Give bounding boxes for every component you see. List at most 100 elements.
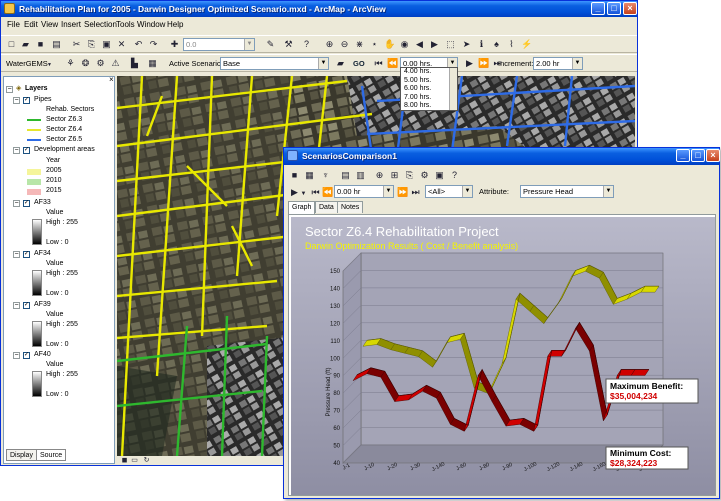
development-areas-checkbox[interactable]: ✓ (23, 147, 30, 154)
raster-layer[interactable]: AF34 (34, 250, 51, 257)
close-button[interactable]: × (706, 149, 720, 162)
paste-icon[interactable]: ▣ (101, 39, 112, 50)
zoom-icon[interactable]: ⊕ (374, 170, 385, 181)
graph-icon[interactable]: ▙ (129, 58, 140, 69)
previous-step-icon[interactable]: ⏪ (322, 187, 333, 198)
zoom-extents-icon[interactable]: ⊞ (389, 170, 400, 181)
back-icon[interactable]: ◀ (414, 39, 425, 50)
tab-display[interactable]: Display (6, 449, 37, 461)
chevron-down-icon[interactable]: ▼ (462, 186, 472, 197)
tab-source[interactable]: Source (36, 449, 67, 461)
development-areas-layer[interactable]: Development areas (34, 146, 95, 153)
raster-checkbox[interactable]: ✓ (23, 352, 30, 359)
delete-icon[interactable]: ✕ (116, 39, 127, 50)
graph-time-select[interactable]: 0.00 hr ▼ (334, 185, 394, 198)
minimize-button[interactable]: _ (591, 2, 605, 15)
last-step-icon[interactable]: ⏭ (410, 187, 421, 198)
watergems-menu[interactable]: WaterGEMS (6, 59, 48, 68)
raster-checkbox[interactable]: ✓ (23, 302, 30, 309)
chevron-down-icon[interactable]: ▼ (44, 60, 55, 71)
series-options-icon[interactable]: ♆ (320, 170, 331, 181)
hyperlink-icon[interactable]: ⚡ (521, 39, 532, 50)
copy-icon[interactable]: ⎘ (404, 170, 415, 181)
zoom-out-icon[interactable]: ⊖ (339, 39, 350, 50)
raster-checkbox[interactable]: ✓ (23, 200, 30, 207)
measure-icon[interactable]: ⌇ (506, 39, 517, 50)
raster-layer[interactable]: AF40 (34, 351, 51, 358)
layers-root[interactable]: Layers (25, 85, 48, 92)
collapse-icon[interactable]: − (13, 97, 20, 104)
active-scenario-select[interactable]: Base ▼ (220, 57, 329, 70)
collapse-icon[interactable]: − (13, 352, 20, 359)
undo-icon[interactable]: ↶ (133, 39, 144, 50)
print-icon[interactable]: ▤ (51, 39, 62, 50)
scenario-manager-icon[interactable]: ▰ (335, 58, 346, 69)
close-icon[interactable]: × (109, 75, 114, 84)
tab-notes[interactable]: Notes (337, 201, 364, 213)
chart-options-icon[interactable]: ⚙ (419, 170, 430, 181)
fixed-zoom-out-icon[interactable]: ⋆ (369, 39, 380, 50)
collapse-icon[interactable]: − (13, 251, 20, 258)
collapse-icon[interactable]: − (6, 86, 13, 93)
pipes-layer[interactable]: Pipes (34, 96, 52, 103)
menu-view[interactable]: View (41, 20, 58, 29)
dropdown-scrollbar[interactable] (449, 68, 457, 110)
menu-selection[interactable]: Selection (84, 20, 117, 29)
collapse-icon[interactable]: − (13, 147, 20, 154)
play-icon[interactable]: ▶ (464, 58, 475, 69)
next-step-icon[interactable]: ⏩ (478, 58, 489, 69)
open-icon[interactable]: ▰ (20, 39, 31, 50)
maximize-button[interactable]: □ (607, 2, 621, 15)
minimize-button[interactable]: _ (676, 149, 690, 162)
zoom-in-icon[interactable]: ⊕ (324, 39, 335, 50)
menu-file[interactable]: File (7, 20, 20, 29)
menu-insert[interactable]: Insert (61, 20, 81, 29)
cut-icon[interactable]: ✂ (71, 39, 82, 50)
raster-layer[interactable]: AF39 (34, 301, 51, 308)
add-data-icon[interactable]: ✚ (169, 39, 180, 50)
scenarios-titlebar[interactable]: ScenariosComparison1 _ □ × (284, 148, 720, 165)
select-features-icon[interactable]: ⬚ (445, 39, 456, 50)
attribute-select[interactable]: Pressure Head ▼ (520, 185, 614, 198)
whats-this-icon[interactable]: ? (301, 39, 312, 50)
export-icon[interactable]: ▦ (304, 170, 315, 181)
network-icon[interactable]: ⚘ (65, 58, 76, 69)
copy-icon[interactable]: ⎘ (86, 39, 97, 50)
editor-icon[interactable]: ✎ (265, 39, 276, 50)
tab-data[interactable]: Data (315, 201, 338, 213)
redo-icon[interactable]: ↷ (148, 39, 159, 50)
save-icon[interactable]: ■ (289, 170, 300, 181)
new-icon[interactable]: □ (6, 39, 17, 50)
map-scale-field[interactable]: 0.0 ▼ (183, 38, 255, 51)
layout-view-icon[interactable]: ▭ (129, 455, 140, 466)
help-icon[interactable]: ? (449, 170, 460, 181)
previous-step-icon[interactable]: ⏪ (387, 58, 398, 69)
menu-edit[interactable]: Edit (24, 20, 38, 29)
go-button[interactable]: GO (353, 59, 365, 68)
first-step-icon[interactable]: ⏮ (373, 58, 384, 69)
save-icon[interactable]: ■ (35, 39, 46, 50)
pan-icon[interactable]: ✋ (384, 39, 395, 50)
print-preview-icon[interactable]: ▥ (355, 170, 366, 181)
print-icon[interactable]: ▤ (340, 170, 351, 181)
next-step-icon[interactable]: ⏩ (397, 187, 408, 198)
chevron-down-icon[interactable]: ▼ (318, 58, 328, 69)
menu-window[interactable]: Window (137, 20, 165, 29)
collapse-icon[interactable]: − (13, 200, 20, 207)
increment-select[interactable]: 2.00 hr ▼ (533, 57, 583, 70)
table-icon[interactable]: ▦ (147, 58, 158, 69)
chevron-down-icon[interactable]: ▼ (244, 39, 254, 50)
layout-icon[interactable]: ⚙ (95, 58, 106, 69)
forward-icon[interactable]: ▶ (429, 39, 440, 50)
arctoolbox-icon[interactable]: ⚒ (283, 39, 294, 50)
chevron-down-icon[interactable]: ▼ (383, 186, 393, 197)
first-step-icon[interactable]: ⏮ (310, 187, 321, 198)
chevron-down-icon[interactable]: ▼ (572, 58, 582, 69)
properties-icon[interactable]: ▣ (434, 170, 445, 181)
collapse-icon[interactable]: − (13, 302, 20, 309)
find-icon[interactable]: ♠ (491, 39, 502, 50)
chevron-down-icon[interactable]: ▼ (298, 189, 309, 200)
tab-graph[interactable]: Graph (288, 201, 316, 214)
alert-icon[interactable]: ⚠ (110, 58, 121, 69)
close-button[interactable]: × (623, 2, 637, 15)
